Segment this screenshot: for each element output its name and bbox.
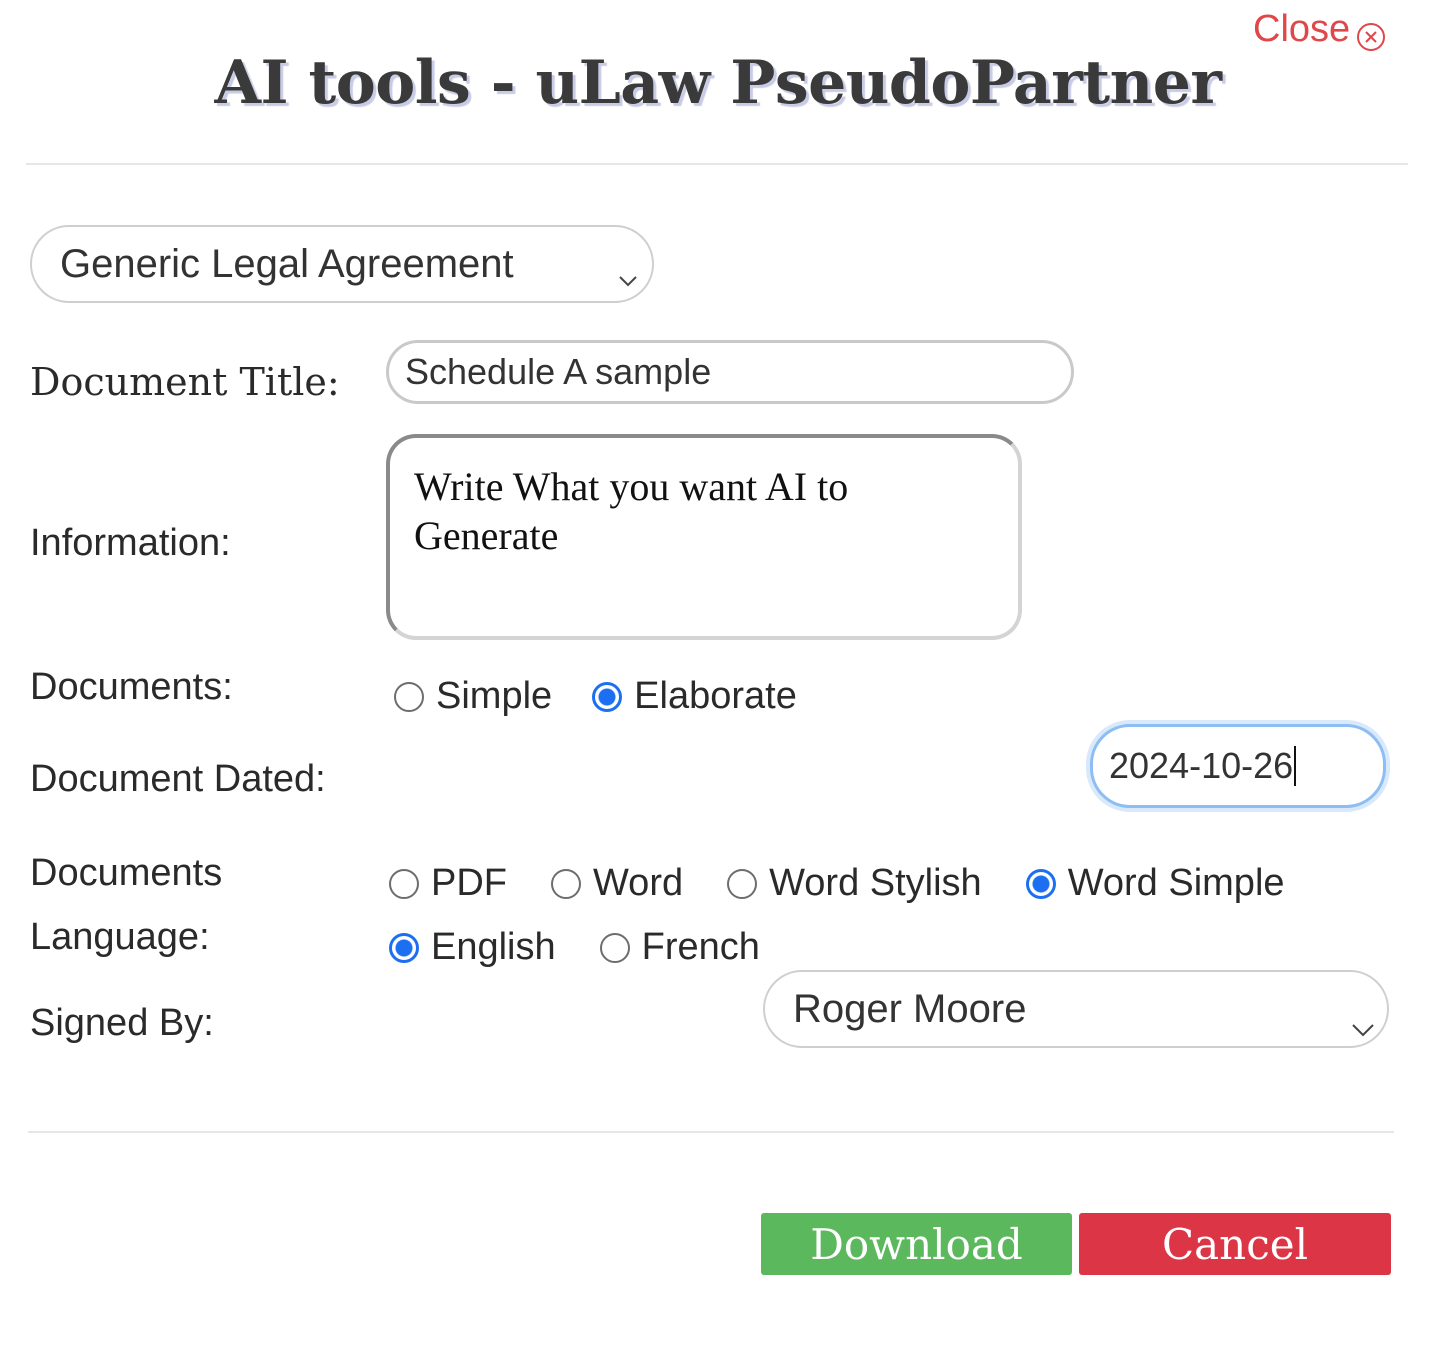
information-label: Information:	[30, 522, 231, 564]
download-button[interactable]: Download	[761, 1213, 1072, 1275]
documents-option-label: Elaborate	[634, 675, 797, 717]
close-button[interactable]: Close	[1253, 8, 1386, 51]
header-divider	[26, 163, 1408, 165]
format-option-word-simple[interactable]: Word Simple	[1025, 862, 1285, 905]
signed-by-select[interactable]: Roger Moore	[763, 970, 1389, 1048]
document-dated-label: Document Dated:	[30, 758, 326, 800]
document-title-input[interactable]: Schedule A sample	[386, 340, 1074, 404]
radio-elaborate[interactable]	[592, 681, 623, 712]
radio-word-simple[interactable]	[1025, 868, 1056, 899]
documents-option-elaborate[interactable]: Elaborate	[592, 675, 797, 718]
documents-format-label: Documents	[30, 852, 223, 894]
radio-english[interactable]	[389, 932, 419, 963]
language-option-label: French	[641, 926, 760, 968]
documents-option-label: Simple	[436, 675, 553, 717]
document-date-value: 2024-10-26	[1109, 745, 1294, 786]
format-option-label: PDF	[431, 862, 507, 904]
chevron-down-icon	[1351, 1002, 1375, 1047]
format-radio-group: PDF Word Word Stylish Word Simple	[389, 862, 1325, 905]
radio-word-stylish[interactable]	[727, 868, 758, 899]
format-option-label: Word	[593, 862, 684, 904]
template-select-value: Generic Legal Agreement	[60, 241, 514, 286]
language-radio-group: English French	[389, 926, 800, 969]
close-label: Close	[1253, 8, 1351, 50]
close-circle-icon	[1356, 19, 1386, 51]
format-option-pdf[interactable]: PDF	[389, 862, 507, 905]
text-caret	[1294, 746, 1297, 786]
radio-simple[interactable]	[394, 681, 424, 712]
radio-french[interactable]	[599, 932, 630, 963]
language-option-english[interactable]: English	[389, 926, 556, 969]
signed-by-label: Signed By:	[30, 1002, 214, 1044]
radio-word[interactable]	[551, 868, 581, 899]
documents-label: Documents:	[30, 666, 233, 708]
format-option-label: Word Simple	[1067, 862, 1285, 904]
format-option-word-stylish[interactable]: Word Stylish	[727, 862, 982, 905]
dialog-title: AI tools - uLaw PseudoPartner	[214, 48, 1222, 118]
radio-pdf[interactable]	[389, 868, 419, 899]
document-title-value: Schedule A sample	[405, 351, 712, 392]
information-textarea[interactable]: Write What you want AI to Generate	[386, 434, 1022, 640]
language-label: Language:	[30, 916, 210, 958]
signed-by-value: Roger Moore	[793, 986, 1027, 1031]
format-option-label: Word Stylish	[769, 862, 982, 904]
cancel-button[interactable]: Cancel	[1079, 1213, 1391, 1275]
language-option-french[interactable]: French	[599, 926, 760, 969]
chevron-down-icon	[618, 253, 638, 298]
information-value: Write What you want AI to Generate	[414, 464, 849, 558]
document-date-input[interactable]: 2024-10-26	[1090, 724, 1386, 808]
footer-divider	[28, 1131, 1394, 1133]
format-option-word[interactable]: Word	[551, 862, 683, 905]
document-title-label: Document Title:	[30, 360, 340, 404]
template-select[interactable]: Generic Legal Agreement	[30, 225, 654, 303]
documents-radio-group: Simple Elaborate	[394, 675, 837, 718]
documents-option-simple[interactable]: Simple	[394, 675, 552, 718]
language-option-label: English	[431, 926, 556, 968]
